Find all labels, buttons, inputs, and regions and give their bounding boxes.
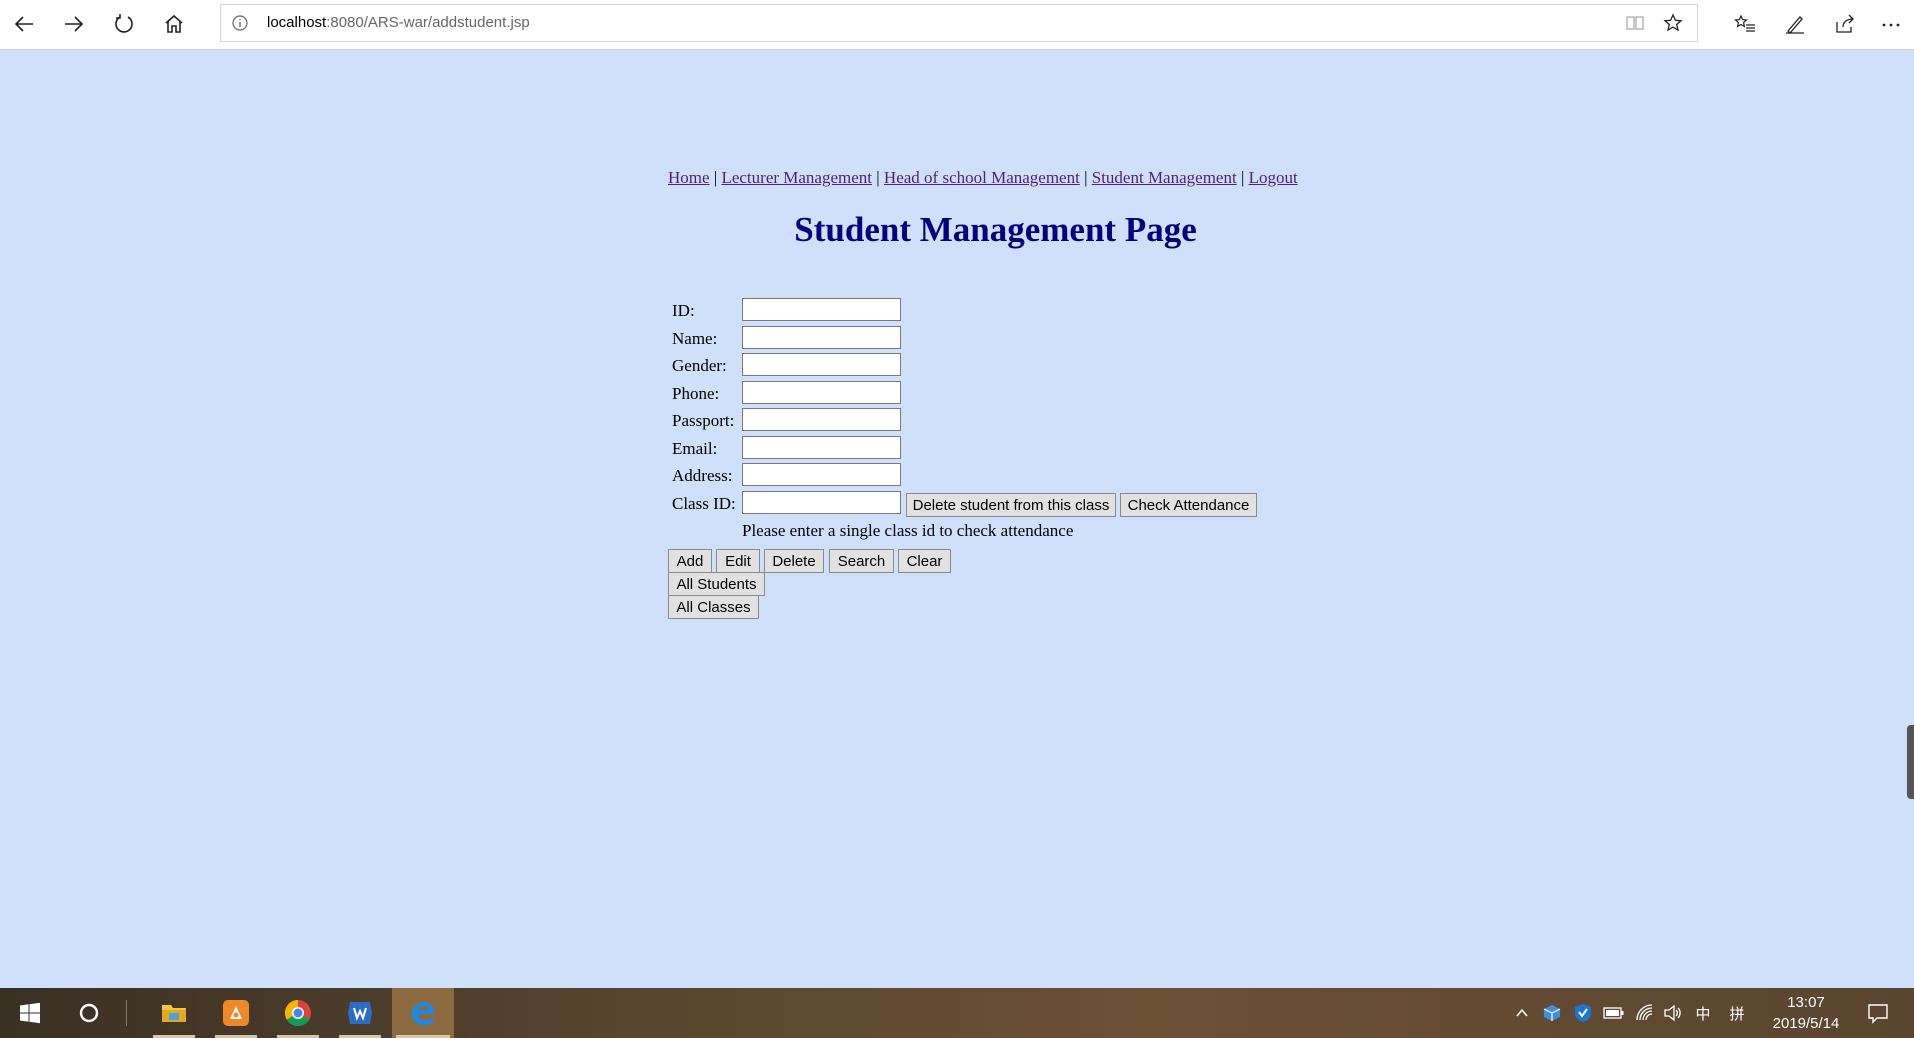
id-input[interactable] xyxy=(742,298,901,321)
chrome-button[interactable] xyxy=(273,988,323,1038)
edge-icon xyxy=(412,1002,434,1025)
battery-icon[interactable] xyxy=(1602,1001,1626,1025)
page-title: Student Management Page xyxy=(794,210,1197,249)
security-shield-icon[interactable] xyxy=(1571,1001,1595,1025)
edit-button[interactable]: Edit xyxy=(716,549,760,573)
more-dots-icon xyxy=(1882,23,1900,27)
url-text[interactable]: localhost:8080/ARS-war/addstudent.jsp xyxy=(267,14,530,31)
home-button[interactable] xyxy=(156,7,192,41)
info-icon[interactable] xyxy=(231,14,249,37)
reading-view-icon[interactable] xyxy=(1625,13,1645,38)
clock-time: 13:07 xyxy=(1787,994,1825,1011)
address-input[interactable] xyxy=(742,463,901,486)
all-classes-button[interactable]: All Classes xyxy=(668,595,759,619)
input-language-indicator[interactable]: 中 xyxy=(1691,1001,1715,1025)
pen-icon xyxy=(1786,16,1804,34)
delete-button[interactable]: Delete xyxy=(764,549,824,573)
edge-browser-button[interactable] xyxy=(392,988,454,1038)
search-button[interactable]: Search xyxy=(829,549,894,573)
name-input[interactable] xyxy=(742,326,901,349)
menu-separator: | xyxy=(713,168,718,187)
more-menu-button[interactable] xyxy=(1872,7,1910,41)
menu-separator: | xyxy=(1084,168,1088,187)
address-label: Address: xyxy=(672,466,733,485)
back-button[interactable] xyxy=(6,7,42,41)
address-bar[interactable]: localhost:8080/ARS-war/addstudent.jsp xyxy=(220,4,1698,42)
class-id-label: Class ID: xyxy=(672,494,736,513)
side-panel-handle[interactable] xyxy=(1907,725,1914,799)
folder-icon xyxy=(162,1005,186,1022)
clock-date: 2019/5/14 xyxy=(1772,1015,1840,1032)
name-label: Name: xyxy=(672,329,718,348)
passport-label: Passport: xyxy=(672,411,735,430)
browser-toolbar: localhost:8080/ARS-war/addstudent.jsp xyxy=(0,0,1914,50)
back-arrow-icon xyxy=(14,16,33,32)
wifi-icon[interactable] xyxy=(1633,1001,1657,1025)
web-note-button[interactable] xyxy=(1776,7,1814,41)
cloud-sync-icon[interactable] xyxy=(1540,1001,1564,1025)
windows-taskbar: 中 拼 13:07 2019/5/14 xyxy=(0,988,1914,1038)
passport-input[interactable] xyxy=(742,408,901,431)
top-navigation-menu: Home | Lecturer Management | Head of sch… xyxy=(668,168,1298,188)
windows-logo-icon xyxy=(20,1002,40,1024)
add-button[interactable]: Add xyxy=(668,549,712,573)
email-input[interactable] xyxy=(742,436,901,459)
share-button[interactable] xyxy=(1826,7,1864,41)
class-id-hint: Please enter a single class id to check … xyxy=(742,521,1074,540)
volume-icon[interactable] xyxy=(1661,1001,1685,1025)
phone-label: Phone: xyxy=(672,384,720,403)
forward-button[interactable] xyxy=(56,7,92,41)
cortana-circle-icon xyxy=(79,1003,99,1023)
refresh-icon xyxy=(115,14,133,33)
system-clock[interactable]: 13:07 2019/5/14 xyxy=(1760,992,1852,1034)
clear-button[interactable]: Clear xyxy=(898,549,951,573)
favorites-hub-button[interactable] xyxy=(1726,7,1764,41)
forward-arrow-icon xyxy=(65,16,84,32)
id-label: ID: xyxy=(672,301,695,320)
all-students-button[interactable]: All Students xyxy=(668,572,765,596)
email-label: Email: xyxy=(672,439,718,458)
menu-separator: | xyxy=(876,168,880,187)
lecturer-management-link[interactable]: Lecturer Management xyxy=(721,168,872,187)
favorites-list-icon xyxy=(1734,14,1755,32)
orange-app-icon xyxy=(223,1000,249,1026)
home-link[interactable]: Home xyxy=(668,168,710,187)
gender-label: Gender: xyxy=(672,356,727,375)
share-icon xyxy=(1836,14,1854,33)
menu-separator: | xyxy=(1240,168,1245,187)
logout-link[interactable]: Logout xyxy=(1249,168,1298,187)
url-path: :8080/ARS-war/addstudent.jsp xyxy=(326,14,530,31)
chrome-icon xyxy=(284,999,311,1027)
word-app-button[interactable] xyxy=(335,988,385,1038)
phone-input[interactable] xyxy=(742,381,901,404)
word-app-icon xyxy=(348,1002,372,1024)
input-mode-indicator[interactable]: 拼 xyxy=(1725,1001,1749,1025)
class-id-input[interactable] xyxy=(742,491,901,514)
student-management-link[interactable]: Student Management xyxy=(1092,168,1237,187)
head-of-school-management-link[interactable]: Head of school Management xyxy=(884,168,1080,187)
cortana-button[interactable] xyxy=(64,988,114,1038)
refresh-button[interactable] xyxy=(106,7,142,41)
start-button[interactable] xyxy=(5,988,55,1038)
check-attendance-button[interactable]: Check Attendance xyxy=(1120,493,1257,517)
action-center-icon[interactable] xyxy=(1866,1001,1890,1025)
media-player-button[interactable] xyxy=(211,988,261,1038)
url-host: localhost xyxy=(267,14,327,31)
delete-student-from-class-button[interactable]: Delete student from this class xyxy=(906,493,1116,517)
file-explorer-button[interactable] xyxy=(149,988,199,1038)
taskbar-divider xyxy=(126,1000,127,1026)
show-hidden-icons-chevron-icon[interactable] xyxy=(1510,1001,1534,1025)
gender-input[interactable] xyxy=(742,353,901,376)
home-icon xyxy=(165,14,183,33)
favorite-star-icon[interactable] xyxy=(1663,13,1683,38)
